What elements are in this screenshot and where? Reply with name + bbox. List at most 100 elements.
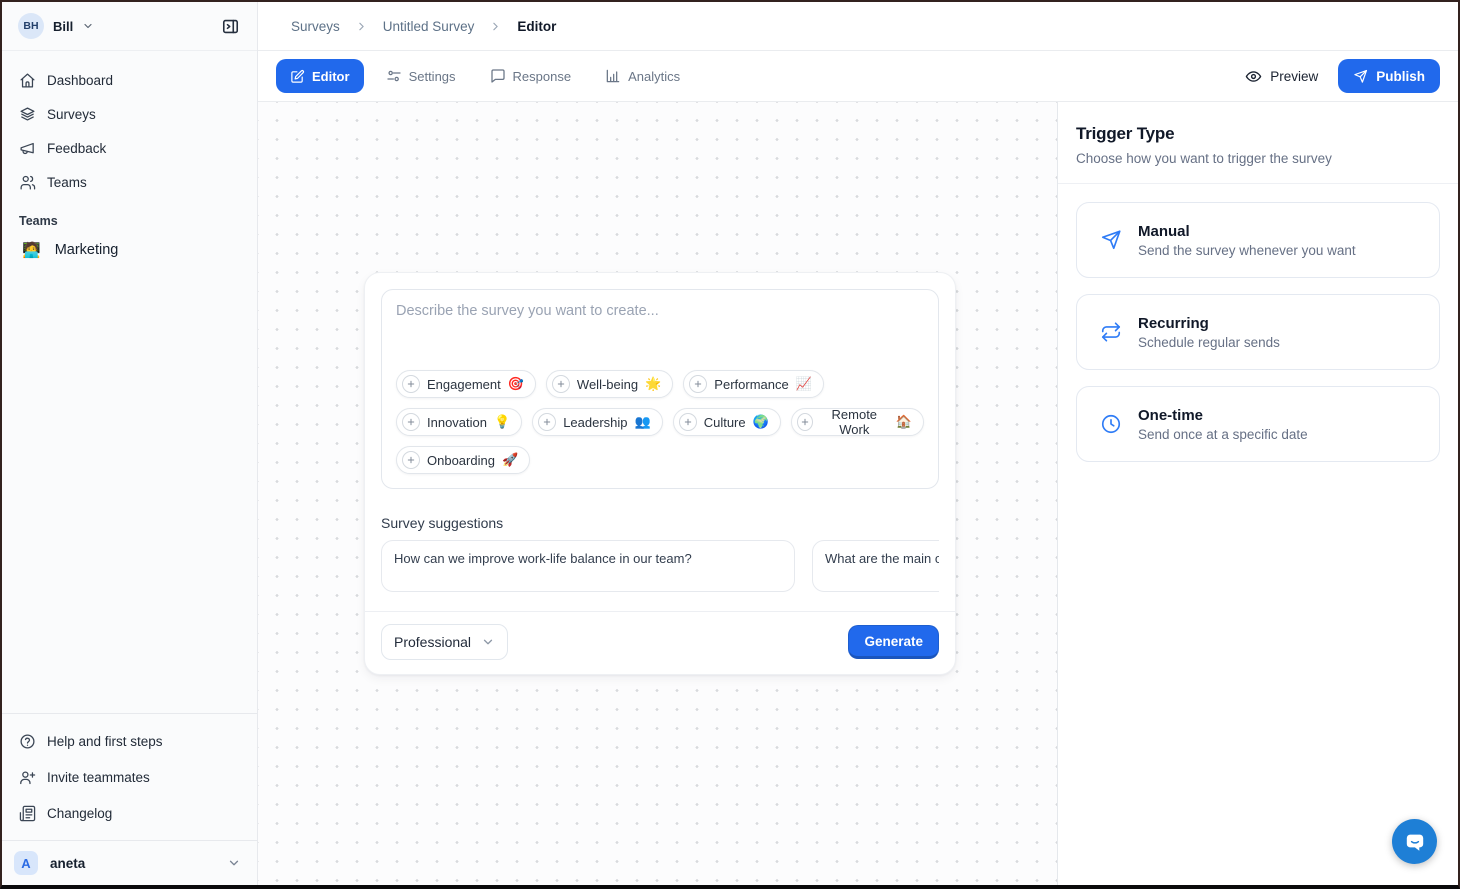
sidebar-item-teams[interactable]: Teams bbox=[10, 165, 249, 199]
breadcrumb: Surveys Untitled Survey Editor bbox=[258, 2, 1458, 51]
sidebar-footer-nav: Help and first steps Invite teammates Ch… bbox=[2, 713, 257, 840]
user-plus-icon bbox=[19, 769, 36, 786]
chip-innovation[interactable]: Innovation 💡 bbox=[396, 408, 522, 436]
megaphone-icon bbox=[19, 140, 36, 157]
chevron-down-icon bbox=[481, 635, 495, 649]
breadcrumb-untitled-survey[interactable]: Untitled Survey bbox=[383, 19, 475, 34]
paper-plane-icon bbox=[1100, 229, 1122, 251]
tab-settings[interactable]: Settings bbox=[374, 59, 468, 93]
panel-toggle-icon bbox=[221, 17, 240, 36]
trigger-panel-header: Trigger Type Choose how you want to trig… bbox=[1058, 102, 1458, 184]
sidebar-item-invite[interactable]: Invite teammates bbox=[10, 759, 249, 795]
breadcrumb-surveys[interactable]: Surveys bbox=[291, 19, 340, 34]
prompt-box: Engagement 🎯 Well-being 🌟 Performance bbox=[381, 289, 939, 489]
team-label: Marketing bbox=[55, 242, 119, 258]
tab-label: Settings bbox=[409, 69, 456, 84]
chip-leadership[interactable]: Leadership 👥 bbox=[532, 408, 663, 436]
chip-culture[interactable]: Culture 🌍 bbox=[673, 408, 781, 436]
tab-label: Response bbox=[513, 69, 572, 84]
user-menu[interactable]: A aneta bbox=[2, 840, 257, 885]
workspace-switcher[interactable]: BH Bill bbox=[18, 13, 94, 39]
chip-label: Remote Work bbox=[820, 407, 889, 437]
option-title: Recurring bbox=[1138, 315, 1280, 332]
message-icon bbox=[490, 68, 506, 84]
chip-emoji: 👥 bbox=[635, 414, 651, 430]
tone-select[interactable]: Professional bbox=[381, 624, 508, 660]
trigger-options: Manual Send the survey whenever you want… bbox=[1058, 184, 1458, 480]
chip-label: Onboarding bbox=[427, 453, 495, 468]
panel-title: Trigger Type bbox=[1076, 124, 1440, 144]
publish-label: Publish bbox=[1376, 69, 1425, 84]
user-avatar: A bbox=[14, 851, 38, 875]
chip-engagement[interactable]: Engagement 🎯 bbox=[396, 370, 536, 398]
chat-bubble-icon bbox=[1403, 830, 1427, 854]
chip-label: Culture bbox=[704, 415, 746, 430]
chip-label: Innovation bbox=[427, 415, 487, 430]
tab-response[interactable]: Response bbox=[478, 59, 584, 93]
suggestion-card[interactable]: What are the main ob bbox=[812, 540, 939, 592]
sidebar-item-help[interactable]: Help and first steps bbox=[10, 723, 249, 759]
trigger-option-recurring[interactable]: Recurring Schedule regular sends bbox=[1076, 294, 1440, 370]
plus-icon bbox=[402, 375, 420, 393]
sidebar-header: BH Bill bbox=[2, 2, 257, 51]
suggestions-title: Survey suggestions bbox=[381, 515, 939, 531]
sliders-icon bbox=[386, 68, 402, 84]
teams-section-label: Teams bbox=[19, 214, 240, 228]
suggestion-card[interactable]: How can we improve work-life balance in … bbox=[381, 540, 795, 592]
survey-description-input[interactable] bbox=[396, 303, 924, 360]
chip-row: Innovation 💡 Leadership 👥 Culture bbox=[396, 408, 924, 436]
sidebar-item-feedback[interactable]: Feedback bbox=[10, 131, 249, 165]
sidebar-item-dashboard[interactable]: Dashboard bbox=[10, 63, 249, 97]
chip-label: Engagement bbox=[427, 377, 501, 392]
chat-launcher-button[interactable] bbox=[1392, 819, 1437, 864]
chevron-right-icon bbox=[355, 20, 368, 33]
panel-subtitle: Choose how you want to trigger the surve… bbox=[1076, 151, 1440, 166]
chip-emoji: 🎯 bbox=[508, 376, 524, 392]
bar-chart-icon bbox=[605, 68, 621, 84]
sidebar: BH Bill Dashboard bbox=[2, 2, 258, 885]
plus-icon bbox=[402, 451, 420, 469]
workspace-avatar: BH bbox=[18, 13, 44, 39]
survey-composer-card: Engagement 🎯 Well-being 🌟 Performance bbox=[364, 272, 956, 675]
chip-well-being[interactable]: Well-being 🌟 bbox=[546, 370, 673, 398]
sidebar-collapse-button[interactable] bbox=[215, 11, 245, 41]
option-description: Schedule regular sends bbox=[1138, 335, 1280, 350]
chip-onboarding[interactable]: Onboarding 🚀 bbox=[396, 446, 530, 474]
chip-performance[interactable]: Performance 📈 bbox=[683, 370, 824, 398]
preview-button[interactable]: Preview bbox=[1245, 68, 1318, 85]
breadcrumb-editor: Editor bbox=[517, 19, 556, 34]
chip-label: Performance bbox=[714, 377, 788, 392]
publish-button[interactable]: Publish bbox=[1338, 59, 1440, 93]
clock-icon bbox=[1100, 413, 1122, 435]
help-circle-icon bbox=[19, 733, 36, 750]
sidebar-item-changelog[interactable]: Changelog bbox=[10, 795, 249, 831]
trigger-type-panel: Trigger Type Choose how you want to trig… bbox=[1057, 102, 1458, 885]
chevron-down-icon bbox=[227, 856, 241, 870]
users-icon bbox=[19, 174, 36, 191]
editor-canvas: Engagement 🎯 Well-being 🌟 Performance bbox=[258, 102, 1057, 885]
sidebar-item-label: Dashboard bbox=[47, 73, 113, 88]
preview-label: Preview bbox=[1270, 69, 1318, 84]
chip-emoji: 📈 bbox=[796, 376, 812, 392]
sidebar-item-label: Help and first steps bbox=[47, 734, 163, 749]
toolbar-actions: Preview Publish bbox=[1245, 59, 1440, 93]
option-title: One-time bbox=[1138, 407, 1308, 424]
plus-icon bbox=[679, 413, 697, 431]
sidebar-team-marketing[interactable]: 🧑‍💻 Marketing bbox=[10, 232, 249, 268]
trigger-option-manual[interactable]: Manual Send the survey whenever you want bbox=[1076, 202, 1440, 278]
sidebar-item-surveys[interactable]: Surveys bbox=[10, 97, 249, 131]
sidebar-nav: Dashboard Surveys Feedback Teams bbox=[2, 51, 257, 199]
plus-icon bbox=[552, 375, 570, 393]
chip-emoji: 🌟 bbox=[645, 376, 661, 392]
tab-label: Editor bbox=[312, 69, 350, 84]
option-description: Send the survey whenever you want bbox=[1138, 243, 1356, 258]
sidebar-item-label: Invite teammates bbox=[47, 770, 150, 785]
tab-editor[interactable]: Editor bbox=[276, 59, 364, 93]
main-column: Surveys Untitled Survey Editor Editor bbox=[258, 2, 1458, 885]
trigger-option-one-time[interactable]: One-time Send once at a specific date bbox=[1076, 386, 1440, 462]
option-description: Send once at a specific date bbox=[1138, 427, 1308, 442]
tab-analytics[interactable]: Analytics bbox=[593, 59, 692, 93]
chip-remote-work[interactable]: Remote Work 🏠 bbox=[791, 408, 924, 436]
generate-button[interactable]: Generate bbox=[848, 625, 939, 659]
editor-toolbar: Editor Settings Response bbox=[258, 51, 1458, 102]
